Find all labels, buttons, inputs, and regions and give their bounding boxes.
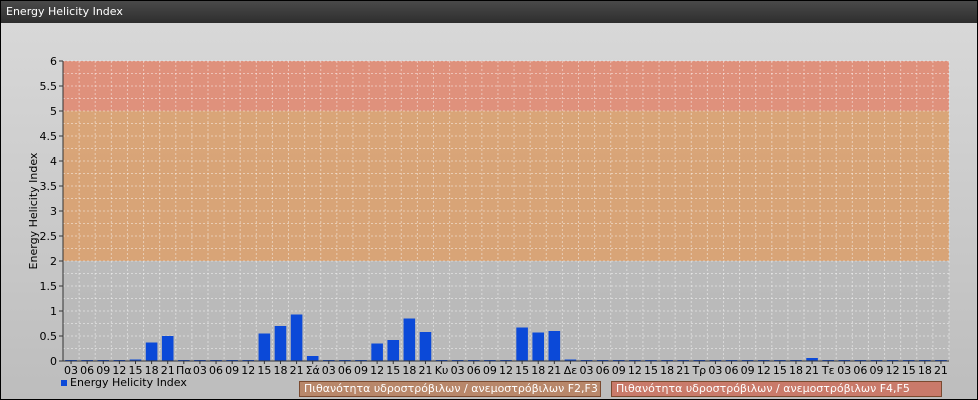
legend-band-f4f5: Πιθανότητα υδροστρόβιλων / ανεμοστρόβιλω… (611, 381, 942, 397)
y-tick-label: 3.5 (40, 180, 58, 193)
y-tick-label: 3 (50, 205, 57, 218)
legend-series-entry: Energy Helicity Index (61, 376, 187, 390)
x-tick-label: 15 (773, 364, 787, 377)
x-tick-label: 12 (499, 364, 513, 377)
x-tick-label: 12 (757, 364, 771, 377)
y-tick-label: 4 (50, 155, 57, 168)
x-tick-label: 09 (741, 364, 755, 377)
x-tick-label: 06 (853, 364, 867, 377)
chart-svg: 00.511.522.533.544.555.5603 06 09 12 15 18 21 Π… (27, 55, 950, 377)
x-tick-label: Τρ (691, 364, 706, 377)
x-tick-label: 12 (241, 364, 255, 377)
bar (532, 332, 545, 361)
x-tick-label: 21 (290, 364, 304, 377)
x-tick-label: 18 (402, 364, 416, 377)
x-tick-label: 09 (612, 364, 626, 377)
y-tick-label: 2.5 (40, 230, 58, 243)
bar (548, 331, 561, 361)
x-tick-label: 18 (660, 364, 674, 377)
x-tick-label: 03 (451, 364, 465, 377)
y-tick-label: 0.5 (40, 330, 58, 343)
x-tick-label: 12 (628, 364, 642, 377)
y-tick-label: 5 (50, 105, 57, 118)
bar (290, 314, 303, 361)
x-tick-label: 15 (257, 364, 271, 377)
x-tick-label: 21 (805, 364, 819, 377)
x-tick-label: 06 (596, 364, 610, 377)
bar (516, 327, 528, 361)
bar (258, 333, 271, 361)
y-tick-label: 1.5 (40, 280, 58, 293)
y-axis-label: Energy Helicity Index (27, 152, 40, 269)
bar (371, 343, 383, 361)
x-tick-label: 06 (467, 364, 481, 377)
x-tick-label: 18 (789, 364, 803, 377)
y-tick-label: 2 (50, 255, 57, 268)
x-tick-label: 03 (322, 364, 336, 377)
x-tick-label: 09 (225, 364, 239, 377)
bar (145, 342, 158, 361)
x-tick-label: 21 (418, 364, 432, 377)
bar (274, 326, 287, 361)
x-tick-label: Σά (306, 364, 320, 377)
x-tick-label: 18 (531, 364, 545, 377)
legend-series-swatch (61, 380, 67, 386)
x-tick-label: Κυ (435, 364, 449, 377)
x-tick-label: 03 (193, 364, 207, 377)
plot-area: 0 0.5 1 1.5 2 2.5 3 3.5 4 4.5 5 5.5 6 03 06 09 12 15 18 21 Π… (1, 23, 977, 399)
x-tick-label: 15 (386, 364, 400, 377)
x-tick-label: 03 (580, 364, 594, 377)
x-tick-label: 09 (354, 364, 368, 377)
x-tick-label: 15 (515, 364, 529, 377)
y-tick-label: 4.5 (40, 130, 58, 143)
legend-series-label: Energy Helicity Index (70, 376, 187, 389)
x-tick-label: 21 (547, 364, 561, 377)
bar (403, 318, 416, 361)
bar (419, 332, 432, 361)
x-tick-label: 06 (725, 364, 739, 377)
bar (387, 340, 400, 361)
x-tick-label: 06 (338, 364, 352, 377)
x-tick-label: 09 (483, 364, 497, 377)
legend-band-f2f3: Πιθανότητα υδροστρόβιλων / ανεμοστρόβιλω… (299, 381, 601, 397)
x-tick-label: 21 (934, 364, 948, 377)
x-tick-label: 12 (370, 364, 384, 377)
x-tick-label: 03 (837, 364, 851, 377)
x-tick-label: 15 (902, 364, 916, 377)
x-tick-label: 12 (886, 364, 900, 377)
bar (161, 336, 174, 361)
x-tick-label: 03 (708, 364, 722, 377)
x-tick-label: 15 (644, 364, 658, 377)
x-tick-label: Τε (821, 364, 835, 377)
y-tick-label: 0 (50, 355, 57, 368)
x-tick-label: 09 (870, 364, 884, 377)
bar (306, 356, 319, 361)
window-title: Energy Helicity Index (1, 1, 977, 23)
x-tick-label: 21 (676, 364, 690, 377)
x-tick-label: 06 (209, 364, 223, 377)
chart-window: Energy Helicity Index 0 0.5 1 1.5 2 2.5 3 3.5 4 4… (0, 0, 978, 400)
x-tick-label: 18 (918, 364, 932, 377)
y-tick-label: 5.5 (40, 80, 58, 93)
y-tick-label: 1 (50, 305, 57, 318)
y-tick-label: 6 (50, 55, 57, 68)
x-tick-label: Δε (564, 364, 578, 377)
x-tick-label: 18 (273, 364, 287, 377)
